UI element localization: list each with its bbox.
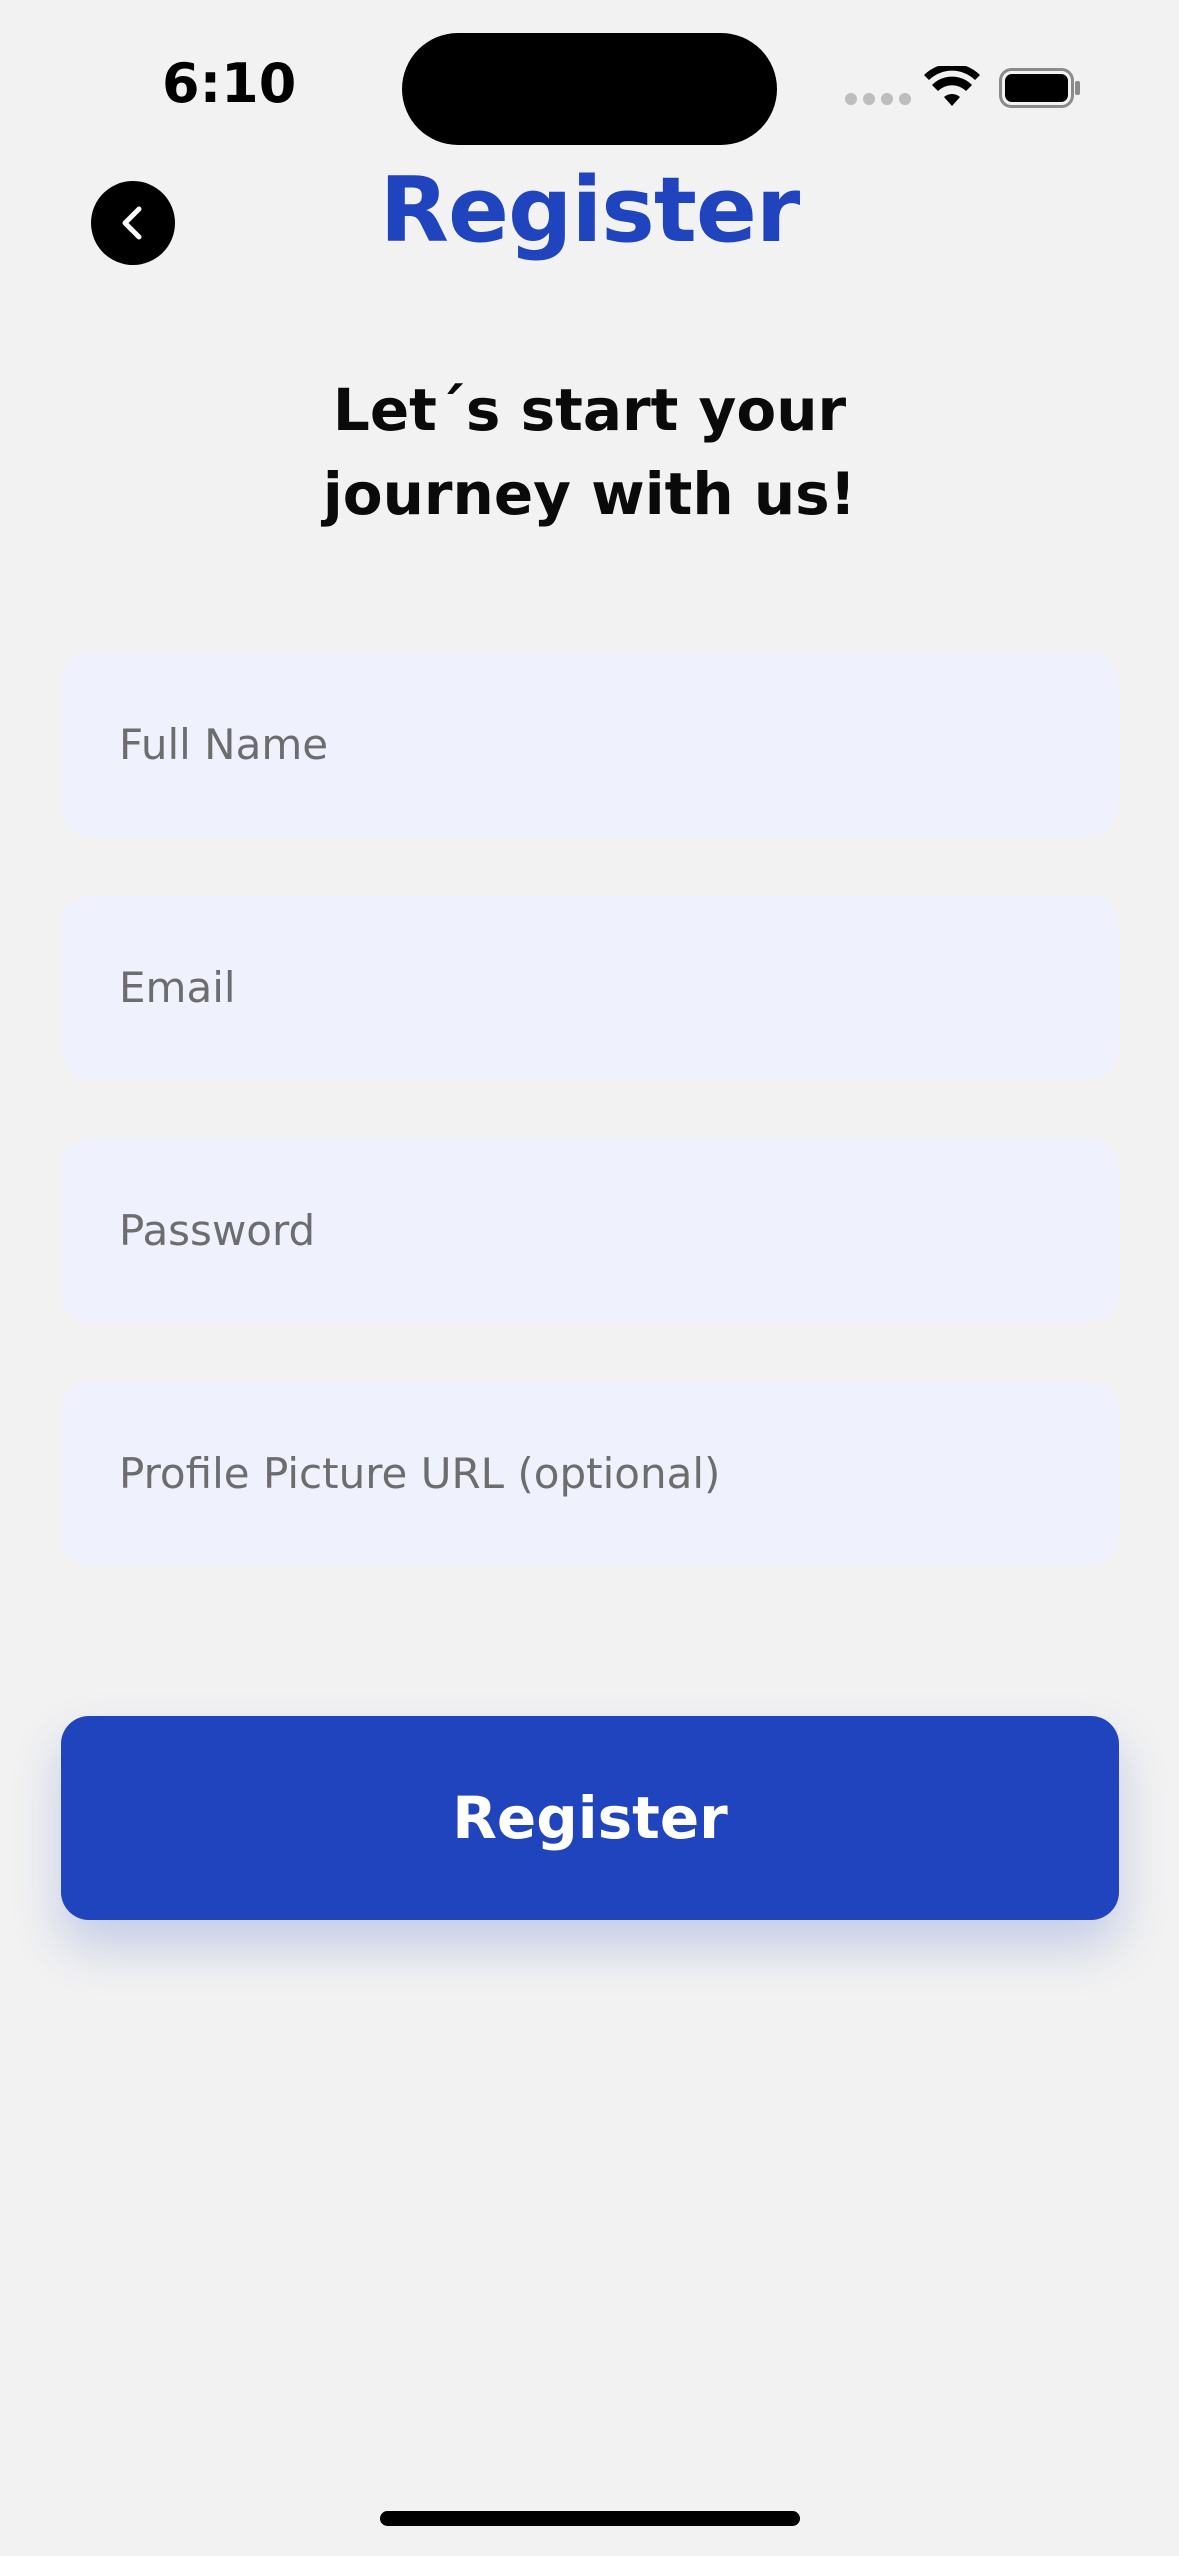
- password-input[interactable]: [61, 1139, 1119, 1322]
- page-title: Register: [379, 158, 801, 263]
- welcome-subtitle: Let´s start your journey with us!: [322, 376, 857, 528]
- profile-picture-url-input[interactable]: [61, 1382, 1119, 1565]
- register-screen: 6:10 Register Let´s start your journey w…: [0, 0, 1179, 2556]
- full-name-input[interactable]: [61, 653, 1119, 836]
- cellular-signal-icon: [845, 93, 911, 105]
- status-time: 6:10: [162, 52, 297, 115]
- register-button[interactable]: Register: [61, 1716, 1119, 1920]
- dynamic-island: [402, 33, 777, 145]
- home-indicator[interactable]: [380, 2511, 800, 2526]
- wifi-icon: [924, 66, 980, 106]
- email-input[interactable]: [61, 896, 1119, 1079]
- battery-icon: [999, 68, 1080, 108]
